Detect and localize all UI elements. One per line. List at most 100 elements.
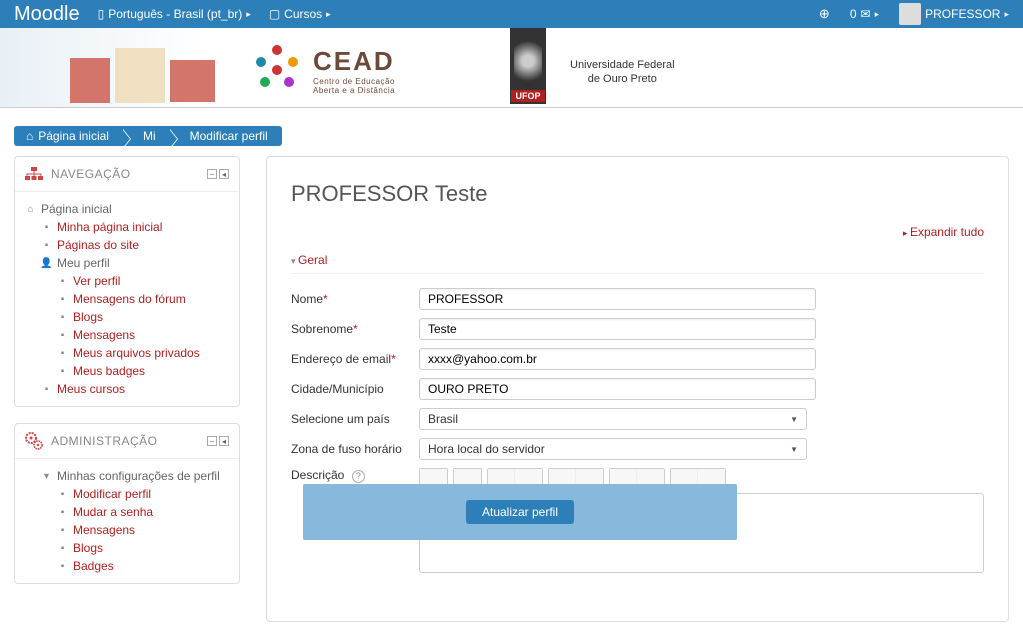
home-icon: ⌂ bbox=[26, 129, 33, 143]
expand-all-link[interactable]: Expandir tudo bbox=[291, 225, 984, 239]
caret-icon: ▸ bbox=[246, 9, 251, 20]
sidebar: NAVEGAÇÃO − ◂ ⌂Página inicial ▪Minha pág… bbox=[14, 156, 240, 600]
nav-my-profile[interactable]: 👤Meu perfil bbox=[41, 256, 229, 270]
page-icon: ▪ bbox=[57, 507, 68, 518]
update-profile-button[interactable]: Atualizar perfil bbox=[466, 500, 574, 524]
username-label: PROFESSOR bbox=[925, 7, 1000, 21]
navigation-block: NAVEGAÇÃO − ◂ ⌂Página inicial ▪Minha pág… bbox=[14, 156, 240, 407]
user-menu[interactable]: PROFESSOR ▸ bbox=[899, 3, 1009, 25]
user-icon: 👤 bbox=[41, 258, 52, 269]
cead-title: CEAD bbox=[313, 46, 395, 77]
flag-icon: ▯ bbox=[98, 7, 105, 21]
breadcrumb: ⌂ Página inicial Mi Modificar perfil bbox=[14, 126, 282, 146]
header-banner: CEAD Centro de Educação Aberta e a Distâ… bbox=[0, 28, 1023, 108]
label-firstname: Nome* bbox=[291, 292, 419, 306]
page-icon: ▪ bbox=[57, 276, 68, 287]
nav-private-files[interactable]: ▪Meus arquivos privados bbox=[57, 346, 229, 360]
main-content: PROFESSOR Teste Expandir tudo Geral Nome… bbox=[266, 156, 1009, 622]
nav-block-header: NAVEGAÇÃO − ◂ bbox=[15, 157, 239, 192]
gear-icon bbox=[25, 432, 43, 450]
caret-icon: ▸ bbox=[326, 9, 331, 20]
admin-edit-profile[interactable]: ▪Modificar perfil bbox=[57, 487, 229, 501]
top-navbar: Moodle ▯ Português - Brasil (pt_br) ▸ ▢ … bbox=[0, 0, 1023, 28]
nav-tree: ⌂Página inicial ▪Minha página inicial ▪P… bbox=[25, 200, 229, 398]
row-city: Cidade/Município bbox=[291, 378, 984, 400]
crumb-last[interactable]: Modificar perfil bbox=[170, 129, 282, 143]
row-lastname: Sobrenome* bbox=[291, 318, 984, 340]
dock-icon[interactable]: ◂ bbox=[219, 169, 229, 179]
admin-messages[interactable]: ▪Mensagens bbox=[57, 523, 229, 537]
section-general-header[interactable]: Geral bbox=[291, 247, 984, 274]
help-icon[interactable]: ? bbox=[352, 470, 365, 483]
admin-tree: ▾Minhas configurações de perfil ▪Modific… bbox=[25, 467, 229, 575]
folder-icon: ▪ bbox=[57, 312, 68, 323]
cead-sub2: Aberta e a Distância bbox=[313, 86, 395, 95]
cead-logo: CEAD Centro de Educação Aberta e a Distâ… bbox=[250, 43, 395, 98]
caret-icon: ▸ bbox=[875, 9, 880, 20]
admin-change-password[interactable]: ▪Mudar a senha bbox=[57, 505, 229, 519]
nav-blogs[interactable]: ▪Blogs bbox=[57, 310, 229, 324]
nav-home[interactable]: ⌂Página inicial bbox=[25, 202, 229, 216]
folder-icon: ▪ bbox=[41, 384, 52, 395]
globe-icon[interactable]: ⊕ bbox=[819, 6, 830, 22]
courses-icon: ▢ bbox=[269, 7, 280, 21]
folder-icon: ▪ bbox=[57, 543, 68, 554]
nav-forum-posts[interactable]: ▪Mensagens do fórum bbox=[57, 292, 229, 306]
folder-icon: ▪ bbox=[57, 561, 68, 572]
folder-icon: ▾ bbox=[41, 471, 52, 482]
label-description: Descrição ? bbox=[291, 468, 419, 483]
envelope-icon: ✉ bbox=[861, 7, 871, 21]
campus-illustration bbox=[0, 38, 240, 98]
crumb-home[interactable]: ⌂ Página inicial bbox=[14, 129, 123, 143]
nav-myhome[interactable]: ▪Minha página inicial bbox=[41, 220, 229, 234]
sitemap-icon bbox=[25, 165, 43, 183]
row-timezone: Zona de fuso horário Hora local do servi… bbox=[291, 438, 984, 460]
admin-block-title: ADMINISTRAÇÃO bbox=[51, 434, 199, 448]
university-name: Universidade Federal de Ouro Preto bbox=[570, 58, 675, 87]
select-country[interactable]: Brasil bbox=[419, 408, 807, 430]
nav-my-courses[interactable]: ▪Meus cursos bbox=[41, 382, 229, 396]
cead-sub1: Centro de Educação bbox=[313, 77, 395, 86]
nav-site-pages[interactable]: ▪Páginas do site bbox=[41, 238, 229, 252]
administration-block: ADMINISTRAÇÃO − ◂ ▾Minhas configurações … bbox=[14, 423, 240, 584]
language-label: Português - Brasil (pt_br) bbox=[108, 7, 242, 21]
nav-my-badges[interactable]: ▪Meus badges bbox=[57, 364, 229, 378]
nav-messages[interactable]: ▪Mensagens bbox=[57, 328, 229, 342]
nav-view-profile[interactable]: ▪Ver perfil bbox=[57, 274, 229, 288]
profile-form-panel: PROFESSOR Teste Expandir tudo Geral Nome… bbox=[266, 156, 1009, 622]
avatar bbox=[899, 3, 921, 25]
admin-block-header: ADMINISTRAÇÃO − ◂ bbox=[15, 424, 239, 459]
input-lastname[interactable] bbox=[419, 318, 816, 340]
caret-icon: ▸ bbox=[1004, 9, 1009, 20]
collapse-icon[interactable]: − bbox=[207, 169, 217, 179]
navbar-right: ⊕ 0 ✉ ▸ PROFESSOR ▸ bbox=[819, 3, 1009, 25]
folder-icon: ▪ bbox=[41, 240, 52, 251]
admin-blogs[interactable]: ▪Blogs bbox=[57, 541, 229, 555]
dock-icon[interactable]: ◂ bbox=[219, 436, 229, 446]
select-timezone[interactable]: Hora local do servidor bbox=[419, 438, 807, 460]
nav-block-title: NAVEGAÇÃO bbox=[51, 167, 199, 181]
input-email[interactable] bbox=[419, 348, 816, 370]
collapse-icon[interactable]: − bbox=[207, 436, 217, 446]
folder-icon: ▪ bbox=[57, 294, 68, 305]
row-country: Selecione um país Brasil bbox=[291, 408, 984, 430]
language-menu[interactable]: ▯ Português - Brasil (pt_br) ▸ bbox=[98, 7, 251, 21]
input-city[interactable] bbox=[419, 378, 816, 400]
page-icon: ▪ bbox=[57, 525, 68, 536]
label-city: Cidade/Município bbox=[291, 382, 419, 396]
update-modal: Atualizar perfil bbox=[303, 484, 737, 540]
navbar-left: Moodle ▯ Português - Brasil (pt_br) ▸ ▢ … bbox=[14, 3, 331, 26]
breadcrumb-container: ⌂ Página inicial Mi Modificar perfil bbox=[0, 108, 1023, 156]
brand-logo[interactable]: Moodle bbox=[14, 3, 80, 26]
page-icon: ▪ bbox=[57, 330, 68, 341]
courses-label: Cursos bbox=[284, 7, 322, 21]
label-email: Endereço de email* bbox=[291, 352, 419, 366]
page-icon: ▪ bbox=[57, 366, 68, 377]
messages-indicator[interactable]: 0 ✉ ▸ bbox=[850, 7, 879, 21]
admin-badges[interactable]: ▪Badges bbox=[57, 559, 229, 573]
courses-menu[interactable]: ▢ Cursos ▸ bbox=[269, 7, 331, 21]
admin-profile-settings[interactable]: ▾Minhas configurações de perfil bbox=[41, 469, 229, 483]
page-title: PROFESSOR Teste bbox=[291, 181, 984, 207]
input-firstname[interactable] bbox=[419, 288, 816, 310]
page-icon: ▪ bbox=[57, 348, 68, 359]
